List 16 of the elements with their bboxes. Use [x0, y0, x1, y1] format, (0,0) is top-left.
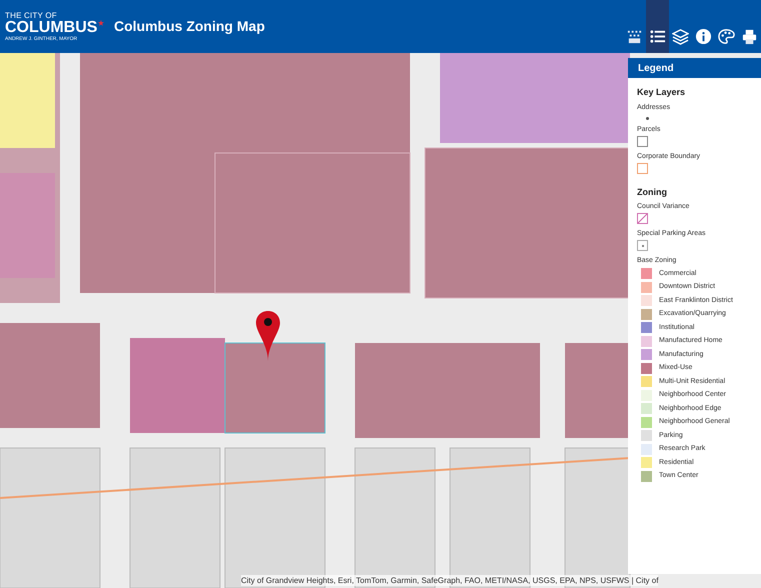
logo-text: THE CITY OF: [5, 10, 58, 20]
app-title: Columbus Zoning Map: [114, 17, 265, 36]
toolbar-button[interactable]: [646, 0, 669, 53]
print-icon: [741, 28, 758, 45]
palette-icon: [718, 28, 735, 45]
legend-title: Legend: [638, 62, 674, 76]
layers-icon: [672, 28, 689, 45]
info-icon: [695, 28, 712, 45]
star-icon: [98, 20, 104, 26]
map-attribution: City of Grandview Heights, Esri, TomTom, Garmin, SafeGraph, FAO, METI/NASA, USGS, EPA, NPS, USFWS | City of: [241, 575, 658, 586]
list-icon: [649, 28, 666, 45]
legend-heading: Zoning: [637, 186, 668, 199]
logo-wordmark: COLUMBUS: [5, 20, 98, 36]
map-pin-icon: [256, 311, 280, 361]
legend-heading: Key Layers: [637, 86, 686, 99]
grid-icon: [626, 28, 643, 45]
